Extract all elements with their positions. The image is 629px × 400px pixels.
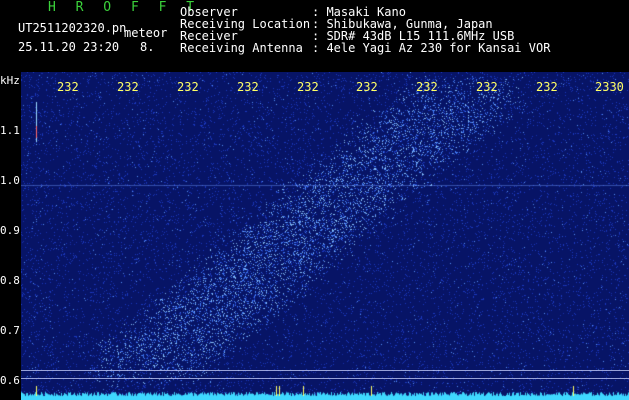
x-tick-label: 232 bbox=[297, 80, 319, 94]
count-label: 8. bbox=[140, 40, 155, 54]
y-tick-label: 0.7 bbox=[0, 324, 20, 337]
reference-line bbox=[21, 378, 629, 379]
reference-line bbox=[21, 370, 629, 371]
x-tick-label: 232 bbox=[117, 80, 139, 94]
antenna-value: : 4ele Yagi Az 230 for Kansai VOR bbox=[312, 41, 551, 55]
app-title: H R O F F T bbox=[48, 0, 201, 15]
x-tick-label: 232 bbox=[237, 80, 259, 94]
x-tick-label: 232 bbox=[416, 80, 438, 94]
spectrogram-canvas bbox=[21, 72, 629, 400]
x-tick-label: 232 bbox=[177, 80, 199, 94]
y-tick-label: 1.1 bbox=[0, 124, 20, 137]
meteor-label: meteor bbox=[124, 26, 168, 40]
antenna-label: Receiving Antenna bbox=[180, 41, 303, 55]
y-tick-label: 0.6 bbox=[0, 374, 20, 387]
y-tick-label: 0.9 bbox=[0, 224, 20, 237]
header-panel: H R O F F T UT2511202320.pn meteor 25.11… bbox=[0, 0, 629, 72]
axis-unit-label: kHz bbox=[0, 74, 20, 87]
x-tick-label: 232 bbox=[536, 80, 558, 94]
y-tick-label: 0.8 bbox=[0, 274, 20, 287]
timestamp-label: 25.11.20 23:20 bbox=[18, 40, 120, 54]
x-tick-label: 232 bbox=[356, 80, 378, 94]
x-tick-label: 2330 bbox=[595, 80, 624, 94]
filename-label: UT2511202320.pn bbox=[18, 21, 127, 35]
x-tick-label: 232 bbox=[57, 80, 79, 94]
y-tick-label: 1.0 bbox=[0, 174, 20, 187]
x-tick-label: 232 bbox=[476, 80, 498, 94]
